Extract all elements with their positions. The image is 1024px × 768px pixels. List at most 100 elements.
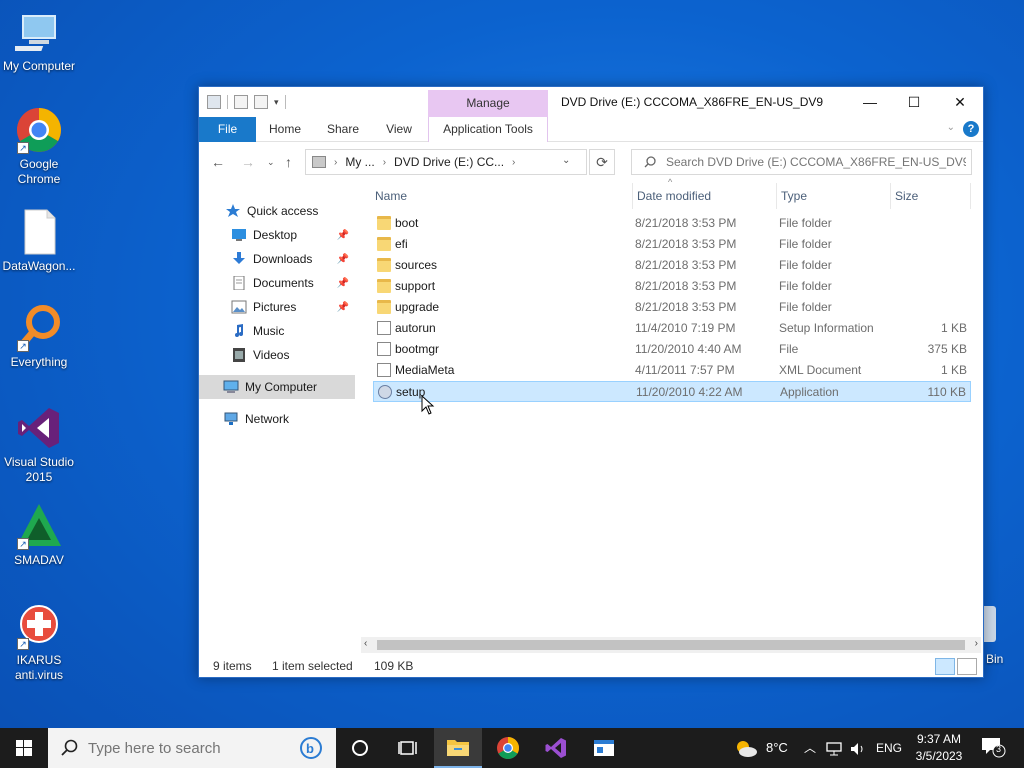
tab-view[interactable]: View [379, 117, 419, 142]
refresh-button[interactable]: ⟳ [589, 149, 615, 175]
nav-item-label: Pictures [253, 300, 297, 314]
file-size: 1 KB [940, 321, 967, 335]
details-view-button[interactable] [935, 658, 955, 675]
file-row-setup[interactable]: setup 11/20/2010 4:22 AM Application 110 KB [373, 381, 971, 402]
nav-item-label: Videos [253, 348, 290, 362]
notifications-button[interactable]: 3 [980, 736, 1006, 758]
title-bar[interactable]: ▾ Manage DVD Drive (E:) CCCOMA_X86FRE_EN… [199, 87, 983, 117]
folder-icon [447, 740, 469, 756]
file-row-autorun[interactable]: autorun 11/4/2010 7:19 PM Setup Informatio… [373, 318, 971, 339]
nav-item-network[interactable]: Network [199, 407, 355, 431]
large-icons-view-button[interactable] [957, 658, 977, 675]
bing-icon[interactable]: b [298, 737, 324, 762]
desktop-icon-datawagon[interactable]: DataWagon... [0, 208, 78, 274]
file-row-efi[interactable]: efi 8/21/2018 3:53 PM File folder [373, 234, 971, 255]
back-button[interactable]: ← [211, 154, 225, 170]
properties-icon[interactable] [234, 95, 248, 109]
desktop-icon-everything[interactable]: ↗ Everything [0, 304, 78, 370]
minimize-button[interactable]: — [847, 87, 893, 117]
nav-item-quick-access[interactable]: Quick access [199, 199, 355, 223]
desktop-icon-smadav[interactable]: ↗ SMADAV [0, 502, 78, 568]
nav-item-music[interactable]: Music [199, 319, 355, 343]
svg-text:b: b [306, 741, 314, 756]
volume-icon[interactable] [850, 728, 866, 768]
taskbar-app-window[interactable] [580, 728, 628, 768]
nav-item-documents[interactable]: Documents 📌 [199, 271, 355, 295]
desktop-icon-visual-studio[interactable]: Visual Studio 2015 [0, 404, 78, 485]
tab-application-tools[interactable]: Application Tools [428, 117, 548, 142]
maximize-button[interactable]: ☐ [891, 87, 937, 117]
chevron-down-icon[interactable]: ⌄ [947, 122, 955, 133]
address-bar[interactable]: › My ... › DVD Drive (E:) CC... › [305, 149, 587, 175]
desktop-icon-ikarus[interactable]: ↗ IKARUS anti.virus [0, 602, 78, 683]
taskbar-search-box[interactable]: b [48, 728, 336, 768]
file-name: efi [395, 237, 408, 251]
breadcrumb-segment[interactable]: My ... [345, 155, 374, 169]
column-header-type[interactable]: Type [777, 183, 891, 209]
column-header-size[interactable]: Size [891, 183, 971, 209]
tab-share[interactable]: Share [321, 117, 365, 142]
folder-icon [377, 300, 391, 314]
search-box[interactable] [631, 149, 972, 175]
address-history-icon[interactable]: ⌄ [562, 155, 570, 166]
pin-icon[interactable]: 📌 [337, 254, 349, 265]
nav-item-videos[interactable]: Videos [199, 343, 355, 367]
chevron-right-icon[interactable]: › [512, 157, 515, 168]
file-row-support[interactable]: support 8/21/2018 3:53 PM File folder [373, 276, 971, 297]
file-row-boot[interactable]: boot 8/21/2018 3:53 PM File folder [373, 213, 971, 234]
file-row-upgrade[interactable]: upgrade 8/21/2018 3:53 PM File folder [373, 297, 971, 318]
notification-icon [982, 738, 1006, 758]
desktop-icon-google-chrome[interactable]: ↗ Google Chrome [0, 106, 78, 187]
clock[interactable]: 9:37 AM 3/5/2023 [906, 731, 972, 765]
close-button[interactable]: ✕ [937, 87, 983, 117]
file-icon [377, 363, 391, 377]
up-button[interactable]: ↑ [285, 154, 292, 170]
desktop-icon-my-computer[interactable]: My Computer [0, 8, 78, 74]
nav-item-desktop[interactable]: Desktop 📌 [199, 223, 355, 247]
column-header-name[interactable]: Name [371, 183, 633, 209]
desktop-icon-label: Visual Studio 2015 [4, 455, 74, 484]
forward-button[interactable]: → [241, 154, 255, 170]
scroll-left-icon[interactable]: ‹ [364, 638, 367, 649]
cortana-icon [352, 740, 368, 756]
recycle-bin-icon[interactable] [982, 606, 996, 642]
taskbar-file-explorer[interactable] [434, 728, 482, 768]
windows-icon [16, 740, 32, 756]
scroll-right-icon[interactable]: › [975, 638, 978, 649]
horizontal-scrollbar[interactable]: ‹ › [361, 637, 981, 653]
scrollbar-thumb[interactable] [377, 640, 965, 650]
taskbar-chrome[interactable] [484, 728, 532, 768]
recent-locations-button[interactable]: ⌄ [267, 157, 275, 168]
taskbar-visual-studio[interactable] [532, 728, 580, 768]
new-folder-icon[interactable] [254, 95, 268, 109]
chevron-right-icon: › [334, 156, 338, 168]
nav-item-pictures[interactable]: Pictures 📌 [199, 295, 355, 319]
file-row-sources[interactable]: sources 8/21/2018 3:53 PM File folder [373, 255, 971, 276]
tab-file[interactable]: File [199, 117, 256, 142]
file-row-mediameta[interactable]: MediaMeta 4/11/2011 7:57 PM XML Document 1 … [373, 360, 971, 381]
tab-home[interactable]: Home [263, 117, 307, 142]
manage-tab[interactable]: Manage [428, 90, 548, 117]
taskbar-search-input[interactable] [88, 739, 288, 757]
breadcrumb-segment[interactable]: DVD Drive (E:) CC... [394, 155, 504, 169]
pin-icon[interactable]: 📌 [337, 302, 349, 313]
start-button[interactable] [0, 728, 48, 768]
file-row-bootmgr[interactable]: bootmgr 11/20/2010 4:40 AM File 375 KB [373, 339, 971, 360]
task-view-button[interactable] [384, 728, 432, 768]
search-input[interactable] [666, 155, 966, 169]
column-header-date-modified[interactable]: Date modified [633, 183, 777, 209]
folder-icon [377, 216, 391, 230]
chevron-up-icon[interactable]: ︿ [804, 728, 816, 768]
help-icon[interactable]: ? [963, 121, 979, 137]
toolbar-separator [284, 95, 286, 109]
documents-icon [233, 276, 245, 290]
cortana-button[interactable] [336, 728, 384, 768]
network-tray-icon[interactable] [826, 728, 842, 768]
input-language[interactable]: ENG [876, 728, 902, 768]
nav-item-my-computer[interactable]: My Computer [199, 375, 355, 399]
pin-icon[interactable]: 📌 [337, 278, 349, 289]
nav-item-downloads[interactable]: Downloads 📌 [199, 247, 355, 271]
weather-widget[interactable] [734, 728, 758, 768]
pin-icon[interactable]: 📌 [337, 230, 349, 241]
customize-toolbar-icon[interactable]: ▾ [274, 97, 279, 108]
